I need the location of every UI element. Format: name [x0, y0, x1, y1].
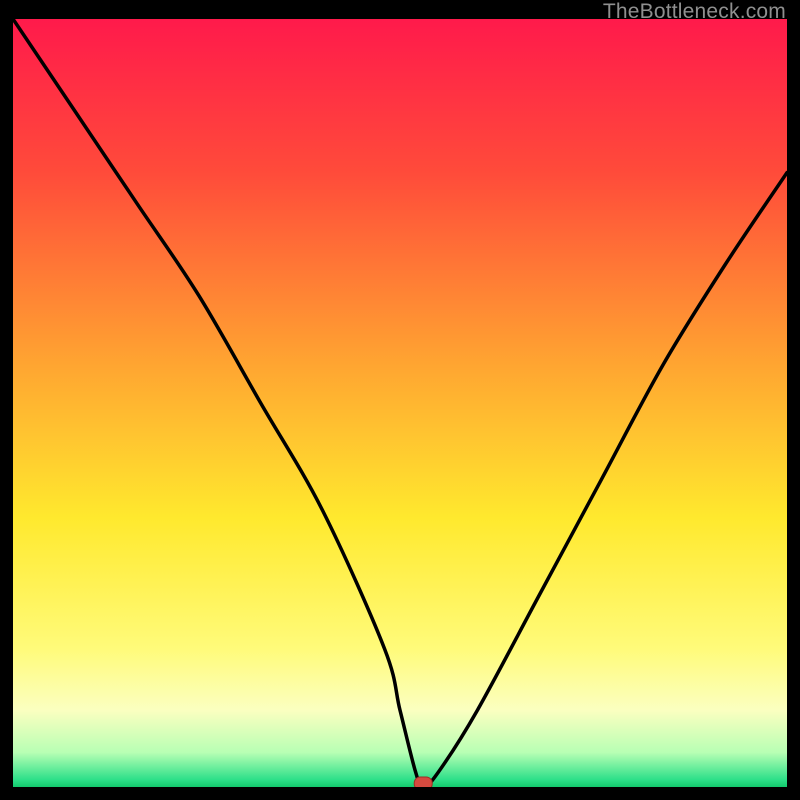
bottleneck-chart — [13, 19, 787, 787]
gradient-background — [13, 19, 787, 787]
chart-frame — [13, 19, 787, 787]
optimum-marker — [414, 777, 432, 787]
